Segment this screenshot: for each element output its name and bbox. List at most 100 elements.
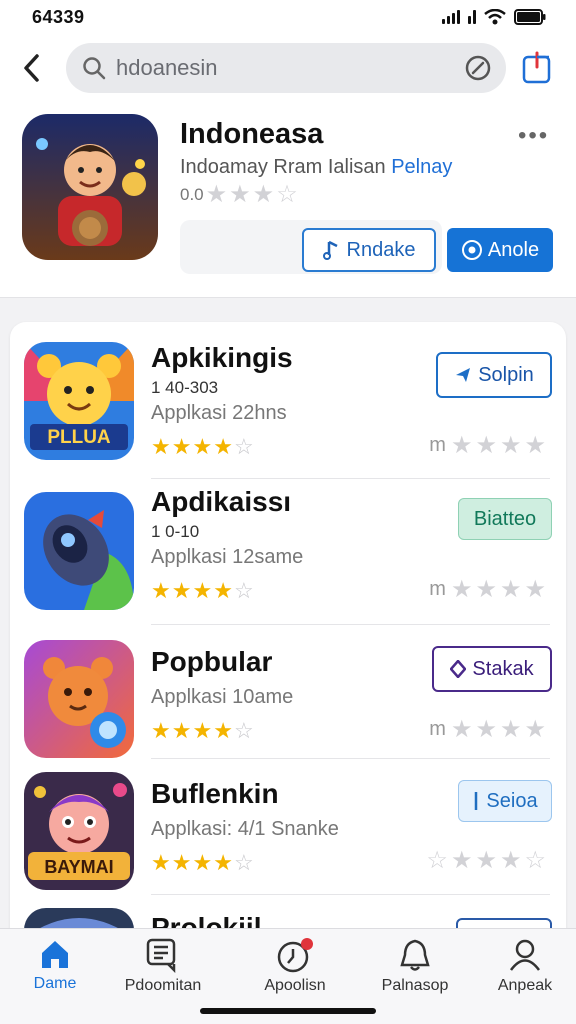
featured-app-icon[interactable] bbox=[22, 114, 158, 260]
wifi-icon bbox=[484, 9, 506, 25]
star-icon: ★ bbox=[475, 847, 497, 874]
app-action-label: Biatteo bbox=[473, 507, 537, 530]
star-icon: ★ bbox=[213, 434, 233, 459]
cartoon-face-icon: BAYMAI bbox=[24, 772, 134, 890]
star-rating: ★ ★ ★ ★ ☆ bbox=[151, 580, 254, 602]
app-meta: 1 0-10 bbox=[151, 522, 200, 541]
star-icon: ★ bbox=[171, 718, 192, 743]
app-action-label: Solpin bbox=[478, 363, 534, 386]
list-item[interactable]: Apdikaissı 1 0-10 Applkasi 12same ★ ★ ★ ★ ☆ … bbox=[10, 478, 566, 625]
pipe-icon bbox=[475, 792, 478, 810]
more-options-button[interactable]: ••• bbox=[518, 122, 549, 150]
back-button[interactable] bbox=[18, 50, 46, 86]
star-icon: ★ bbox=[151, 578, 171, 603]
star-rating: ★ ★ ★ ★ ☆ bbox=[151, 436, 254, 458]
featured-app: Indoneasa Indoamay Rram Ialisan Pelnay 0… bbox=[0, 104, 576, 298]
star-icon: ★ bbox=[475, 715, 497, 743]
star-rating: ★ ★ ★ ★ ☆ bbox=[151, 720, 254, 742]
home-indicator bbox=[200, 1008, 376, 1014]
star-icon: ★ bbox=[171, 578, 192, 603]
app-subtitle: Applkasi 22hns bbox=[151, 402, 287, 424]
star-icon: ★ bbox=[205, 181, 228, 208]
tab-label: Apoolisn bbox=[264, 977, 326, 994]
featured-subtitle-main: Indoamay Rram Ialisan bbox=[180, 156, 386, 178]
star-icon: ★ bbox=[450, 715, 473, 743]
star-icon: ★ bbox=[450, 847, 473, 874]
app-name: Popbular bbox=[151, 646, 273, 677]
star-icon: ★ bbox=[229, 181, 251, 208]
star-icon: ★ bbox=[475, 575, 497, 603]
list-item[interactable]: Popbular Applkasi 10ame ★ ★ ★ ★ ☆ m ★ ★ ★ ★ Sta… bbox=[10, 624, 566, 768]
app-action-button[interactable]: Solpin bbox=[436, 352, 552, 398]
star-outline-icon: ☆ bbox=[233, 578, 254, 603]
tab-label: Dame bbox=[33, 975, 77, 992]
star-outline-icon: ☆ bbox=[426, 847, 448, 874]
star-outline-icon: ☆ bbox=[524, 847, 546, 874]
signal-icon bbox=[442, 10, 460, 24]
person-icon bbox=[509, 939, 541, 971]
list-item[interactable]: BAYMAI Buflenkin Applkasi: 4/1 Snanke ★ ★… bbox=[10, 758, 566, 902]
app-subtitle: Applkasi 12same bbox=[151, 546, 304, 568]
tab-label: Anpeak bbox=[497, 977, 553, 994]
star-icon: ★ bbox=[192, 434, 213, 459]
tab-messages[interactable]: Pdoomitan bbox=[108, 937, 218, 997]
star-icon: ★ bbox=[475, 431, 497, 459]
search-query: hdoanesin bbox=[116, 55, 218, 80]
star-icon: ★ bbox=[450, 431, 473, 459]
secondary-rating: m ★ ★ ★ ★ bbox=[429, 715, 546, 743]
app-meta: 1 40-303 bbox=[151, 378, 219, 397]
secondary-rating: m ★ ★ ★ ★ bbox=[429, 575, 546, 603]
star-icon: ★ bbox=[499, 575, 522, 603]
teddy-bear-icon bbox=[24, 640, 134, 758]
rating-prefix: m bbox=[429, 718, 446, 740]
clock-badge-icon bbox=[277, 938, 313, 973]
app-action-button[interactable]: Seioa bbox=[458, 780, 552, 822]
house-icon bbox=[42, 941, 68, 968]
battery-icon bbox=[514, 9, 546, 25]
tab-label: Palnasop bbox=[381, 977, 449, 994]
featured-primary-button[interactable]: Anole bbox=[447, 228, 553, 272]
star-rating: ★ ★ ★ ★ ☆ bbox=[151, 852, 254, 874]
star-outline-icon: ☆ bbox=[276, 181, 298, 208]
star-icon: ★ bbox=[213, 718, 233, 743]
search-input[interactable]: hdoanesin bbox=[66, 43, 506, 93]
compass-icon[interactable] bbox=[464, 54, 492, 82]
star-icon: ★ bbox=[171, 850, 192, 875]
bell-icon bbox=[400, 939, 430, 971]
rocket-icon bbox=[24, 492, 134, 610]
tab-profile[interactable]: Anpeak bbox=[470, 937, 576, 997]
star-icon: ★ bbox=[499, 847, 522, 874]
app-subtitle: Applkasi: 4/1 Snanke bbox=[151, 818, 339, 840]
star-icon: ★ bbox=[192, 578, 213, 603]
divider bbox=[151, 894, 550, 895]
diamond-arrow-icon bbox=[450, 660, 467, 678]
app-action-label: Stakak bbox=[472, 657, 534, 680]
share-icon[interactable] bbox=[520, 51, 554, 85]
star-outline-icon: ☆ bbox=[233, 434, 254, 459]
send-icon bbox=[456, 368, 471, 382]
tab-notifications[interactable]: Palnasop bbox=[360, 937, 470, 997]
app-list: PLLUA Apkikingis 1 40-303 Applkasi 22hns… bbox=[10, 322, 566, 962]
featured-secondary-button[interactable]: Rndake bbox=[302, 228, 436, 272]
star-icon: ★ bbox=[192, 850, 213, 875]
rating-prefix: m bbox=[429, 434, 446, 456]
status-time: 64339 bbox=[32, 6, 85, 27]
music-note-icon bbox=[322, 240, 338, 260]
secondary-rating: m ★ ★ ★ ★ bbox=[429, 431, 546, 459]
app-action-button[interactable]: Biatteo bbox=[458, 498, 552, 540]
star-icon: ★ bbox=[499, 431, 522, 459]
tab-apps[interactable]: Apoolisn bbox=[240, 937, 350, 997]
search-header: hdoanesin bbox=[0, 34, 576, 104]
featured-rating-text: 0.0 bbox=[180, 185, 204, 204]
tab-home[interactable]: Dame bbox=[0, 937, 110, 997]
star-icon: ★ bbox=[213, 578, 233, 603]
app-badge-icon bbox=[461, 240, 482, 260]
star-icon: ★ bbox=[192, 718, 213, 743]
bear-game-icon: PLLUA bbox=[24, 342, 134, 460]
app-name: Buflenkin bbox=[151, 778, 279, 809]
star-outline-icon: ☆ bbox=[233, 718, 254, 743]
app-action-button[interactable]: Stakak bbox=[432, 646, 552, 692]
list-item[interactable]: PLLUA Apkikingis 1 40-303 Applkasi 22hns… bbox=[10, 322, 566, 479]
star-icon: ★ bbox=[213, 850, 233, 875]
star-icon: ★ bbox=[171, 434, 192, 459]
